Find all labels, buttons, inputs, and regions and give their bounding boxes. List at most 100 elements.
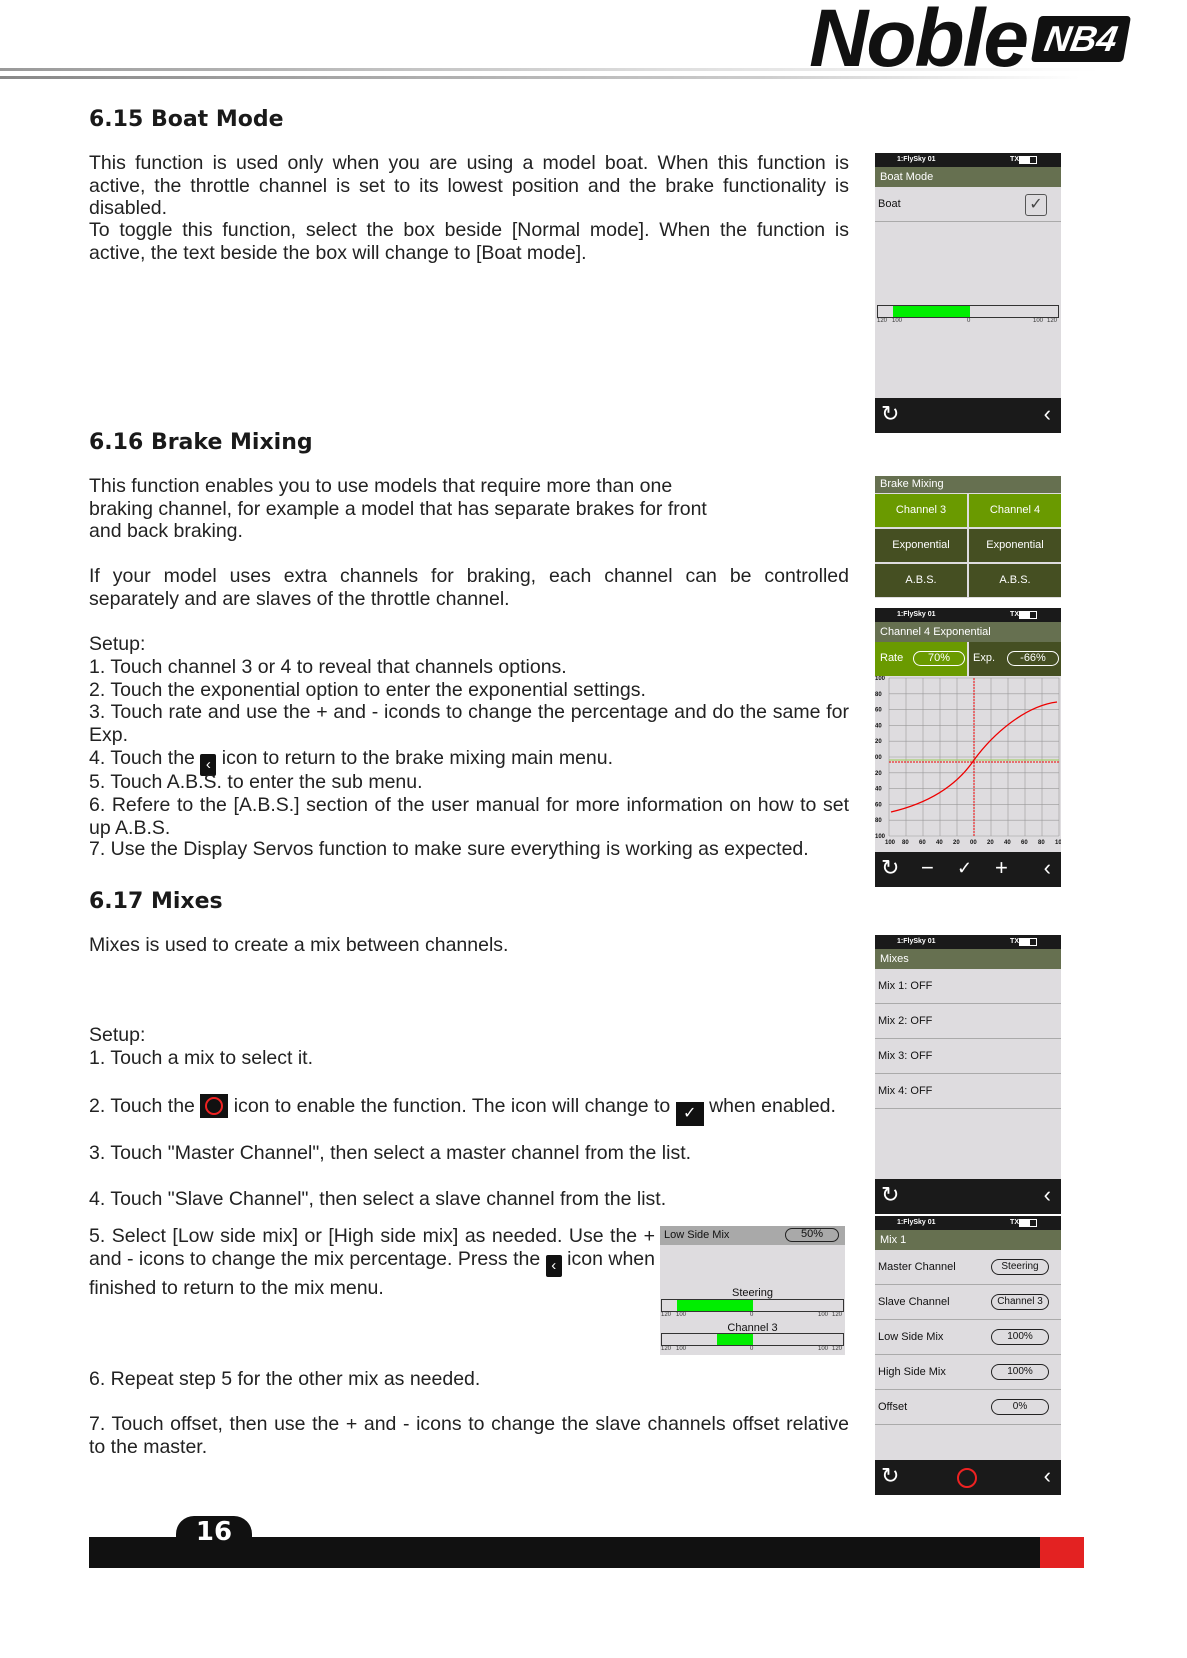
x-tick: 60	[919, 840, 926, 846]
battery-icon	[1019, 1219, 1037, 1227]
exponential-button[interactable]: Exponential	[875, 529, 967, 562]
back-icon[interactable]: ‹	[1044, 1463, 1051, 1489]
step: 3. Touch rate and use the + and - iconds…	[89, 701, 849, 746]
bottom-bar: ↻ ‹	[875, 1460, 1061, 1495]
section-title: 6.15 Boat Mode	[89, 107, 284, 132]
page-number-text: 16	[195, 1517, 233, 1547]
tick: 120	[661, 1312, 672, 1318]
tick: 100	[1033, 318, 1044, 324]
y-tick: 20	[875, 739, 882, 745]
bar-fill	[717, 1334, 753, 1345]
low-side-mix-header: Low Side Mix 50%	[660, 1226, 845, 1245]
tick: 100	[676, 1312, 687, 1318]
back-icon[interactable]: ‹	[1044, 855, 1051, 881]
row-value: 100%	[991, 1364, 1049, 1380]
step-text: icon to return to the brake mixing main …	[221, 747, 614, 769]
step-text: when enabled.	[709, 1095, 836, 1117]
step: 6. Repeat step 5 for the other mix as ne…	[89, 1368, 481, 1390]
refresh-icon[interactable]: ↻	[881, 1182, 899, 1208]
x-tick: 80	[902, 840, 909, 846]
step: 2. Touch the icon to enable the function…	[89, 1094, 849, 1126]
page-number: 16	[176, 1516, 252, 1547]
tx-label: TX	[1010, 611, 1019, 618]
screen-title: Brake Mixing	[875, 476, 1061, 493]
check-icon[interactable]: ✓	[957, 858, 972, 879]
tx-label: TX	[1010, 156, 1019, 163]
mix-item[interactable]: Mix 4: OFF	[875, 1074, 1061, 1109]
checkbox-checked-icon[interactable]: ✓	[1025, 194, 1047, 216]
tick: 100	[676, 1346, 687, 1352]
row-label: Offset	[878, 1401, 908, 1413]
x-tick: 40	[1004, 840, 1011, 846]
channel-3-button[interactable]: Channel 3	[875, 494, 967, 527]
tick: 100	[892, 318, 903, 324]
throttle-bar	[877, 305, 1059, 318]
exp-value: -66%	[1007, 651, 1059, 666]
status-bar: 1:FlySky 01 TX	[875, 608, 1061, 622]
minus-icon[interactable]: −	[921, 855, 934, 881]
logo-word: Noble	[809, 0, 1029, 84]
tick: 100	[818, 1346, 829, 1352]
step: 6. Refere to the [A.B.S.] section of the…	[89, 794, 849, 839]
step-text: icon to enable the function. The icon wi…	[233, 1095, 671, 1117]
setup-label: Setup:	[89, 633, 146, 655]
tick: 0	[967, 318, 971, 324]
tick: 120	[1047, 318, 1058, 324]
bar-fill	[893, 306, 970, 317]
mix-item[interactable]: Mix 1: OFF	[875, 969, 1061, 1004]
row-label: Low Side Mix	[878, 1331, 944, 1343]
step: 7. Touch offset, then use the + and - ic…	[89, 1413, 849, 1458]
back-icon[interactable]: ‹	[1044, 401, 1051, 427]
model-name: 1:FlySky 01	[897, 611, 936, 618]
y-tick: 100	[875, 676, 886, 682]
x-tick: 100	[1055, 840, 1061, 846]
y-tick: 20	[875, 771, 882, 777]
refresh-icon[interactable]: ↻	[881, 855, 899, 881]
step: 7. Use the Display Servos function to ma…	[89, 838, 809, 860]
master-channel-row[interactable]: Master Channel Steering	[875, 1250, 1061, 1285]
tick: 120	[832, 1346, 843, 1352]
plus-icon[interactable]: +	[995, 855, 1008, 881]
mix-item[interactable]: Mix 3: OFF	[875, 1039, 1061, 1074]
y-tick: 60	[875, 708, 882, 714]
y-tick: 80	[875, 692, 882, 698]
boat-mode-screen: 1:FlySky 01 TX Boat Mode Boat ✓ 120 100 0 10…	[875, 153, 1061, 433]
mix-value[interactable]: 50%	[785, 1228, 839, 1242]
step: 1. Touch a mix to select it.	[89, 1047, 313, 1069]
abs-button[interactable]: A.B.S.	[969, 564, 1061, 597]
disabled-icon	[200, 1094, 229, 1118]
abs-button[interactable]: A.B.S.	[875, 564, 967, 597]
model-name: 1:FlySky 01	[897, 1219, 936, 1226]
y-tick: 00	[875, 755, 882, 761]
refresh-icon[interactable]: ↻	[881, 1463, 899, 1489]
y-tick: 40	[875, 787, 882, 793]
boat-row[interactable]: Boat ✓	[875, 187, 1061, 222]
offset-row[interactable]: Offset 0%	[875, 1390, 1061, 1425]
footer-accent	[1040, 1537, 1084, 1568]
refresh-icon[interactable]: ↻	[881, 401, 899, 427]
model-name: 1:FlySky 01	[897, 938, 936, 945]
rate-control[interactable]: Rate 70%	[875, 642, 967, 676]
channel-4-button[interactable]: Channel 4	[969, 494, 1061, 527]
header-rule	[0, 76, 1080, 79]
status-bar: 1:FlySky 01 TX	[875, 935, 1061, 949]
exp-control[interactable]: Exp. -66%	[969, 642, 1061, 676]
slave-channel-row[interactable]: Slave Channel Channel 3	[875, 1285, 1061, 1320]
tx-label: TX	[1010, 938, 1019, 945]
channel-label: Steering	[732, 1287, 773, 1299]
high-side-mix-row[interactable]: High Side Mix 100%	[875, 1355, 1061, 1390]
tick: 120	[877, 318, 888, 324]
disabled-icon[interactable]	[957, 1468, 977, 1488]
step-text: 4. Touch the	[89, 747, 195, 769]
exponential-button[interactable]: Exponential	[969, 529, 1061, 562]
x-tick: 00	[970, 840, 977, 846]
low-side-mix-row[interactable]: Low Side Mix 100%	[875, 1320, 1061, 1355]
expo-curve-graph: 100 80 60 40 20 00 20 40 60 80 100 100 80 60 40 20 00 20…	[875, 676, 1061, 846]
tick: 120	[661, 1346, 672, 1352]
mix-item[interactable]: Mix 2: OFF	[875, 1004, 1061, 1039]
row-value: Channel 3	[991, 1294, 1049, 1310]
battery-icon	[1019, 611, 1037, 619]
bottom-bar: ↻ ‹	[875, 1179, 1061, 1214]
back-icon[interactable]: ‹	[1044, 1182, 1051, 1208]
mixes-screen: 1:FlySky 01 TX Mixes Mix 1: OFF Mix 2: OF…	[875, 935, 1061, 1214]
